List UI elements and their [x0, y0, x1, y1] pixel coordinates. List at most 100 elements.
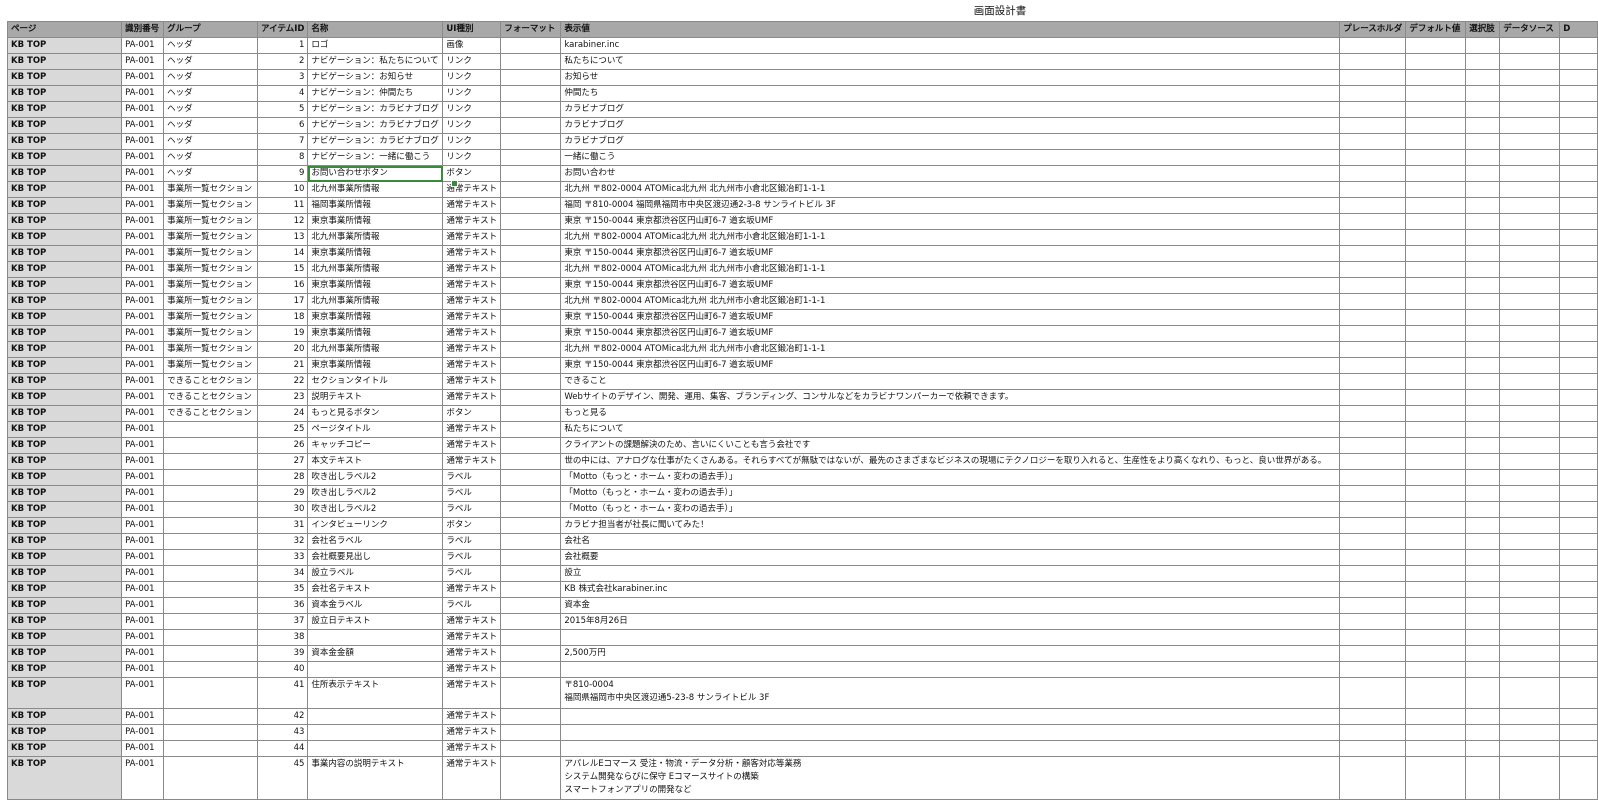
cell-page[interactable]: KB TOP — [6, 421, 123, 438]
cell-options[interactable] — [1465, 293, 1501, 310]
cell-default-value[interactable] — [1405, 724, 1467, 741]
cell-options[interactable] — [1465, 677, 1501, 709]
cell-page[interactable]: KB TOP — [6, 517, 123, 534]
cell-options[interactable] — [1465, 533, 1501, 550]
cell-ui-type[interactable]: 通常テキスト — [442, 277, 502, 294]
cell-name[interactable]: 設立日テキスト — [307, 613, 444, 630]
cell-page[interactable]: KB TOP — [6, 581, 123, 598]
cell-name[interactable]: ナビゲーション：一緒に働こう — [307, 149, 444, 166]
cell-options[interactable] — [1465, 645, 1501, 662]
cell-data-source[interactable] — [1499, 405, 1561, 422]
cell-item-id[interactable]: 13 — [257, 229, 309, 246]
cell-page[interactable]: KB TOP — [6, 708, 123, 725]
cell-name[interactable]: 本文テキスト — [307, 453, 444, 470]
cell-default-value[interactable] — [1405, 629, 1467, 646]
cell-page[interactable]: KB TOP — [6, 437, 123, 454]
cell-name[interactable]: 吹き出しラベル2 — [307, 485, 444, 502]
cell-group[interactable] — [163, 485, 259, 502]
cell-default-value[interactable] — [1405, 613, 1467, 630]
cell-name[interactable]: キャッチコピー — [307, 437, 444, 454]
cell-id[interactable]: PA-001 — [121, 197, 165, 214]
cell-default-value[interactable] — [1405, 645, 1467, 662]
cell-format[interactable] — [500, 708, 562, 725]
cell-display-value[interactable] — [560, 740, 1341, 757]
cell-default-value[interactable] — [1405, 293, 1467, 310]
cell-placeholder[interactable] — [1339, 469, 1407, 486]
cell-page[interactable]: KB TOP — [6, 197, 123, 214]
cell-ui-type[interactable]: 通常テキスト — [442, 213, 502, 230]
cell-item-id[interactable]: 6 — [257, 117, 309, 134]
cell-default-value[interactable] — [1405, 533, 1467, 550]
cell-d[interactable] — [1559, 724, 1598, 741]
cell-data-source[interactable] — [1499, 661, 1561, 678]
cell-format[interactable] — [500, 501, 562, 518]
cell-format[interactable] — [500, 724, 562, 741]
cell-default-value[interactable] — [1405, 149, 1467, 166]
cell-options[interactable] — [1465, 517, 1501, 534]
cell-options[interactable] — [1465, 437, 1501, 454]
cell-data-source[interactable] — [1499, 117, 1561, 134]
cell-ui-type[interactable]: 通常テキスト — [442, 341, 502, 358]
cell-options[interactable] — [1465, 341, 1501, 358]
cell-display-value[interactable]: 北九州 〒802-0004 ATOMica北九州 北九州市小倉北区鍛冶町1-1-… — [560, 181, 1341, 198]
cell-format[interactable] — [500, 533, 562, 550]
cell-page[interactable]: KB TOP — [6, 565, 123, 582]
cell-name[interactable]: 北九州事業所情報 — [307, 293, 444, 310]
cell-item-id[interactable]: 39 — [257, 645, 309, 662]
cell-options[interactable] — [1465, 133, 1501, 150]
cell-ui-type[interactable]: リンク — [442, 101, 502, 118]
cell-item-id[interactable]: 31 — [257, 517, 309, 534]
cell-options[interactable] — [1465, 69, 1501, 86]
cell-page[interactable]: KB TOP — [6, 133, 123, 150]
cell-page[interactable]: KB TOP — [6, 357, 123, 374]
cell-d[interactable] — [1559, 485, 1598, 502]
cell-options[interactable] — [1465, 708, 1501, 725]
cell-id[interactable]: PA-001 — [121, 661, 165, 678]
cell-display-value[interactable]: カラビナブログ — [560, 133, 1341, 150]
cell-d[interactable] — [1559, 469, 1598, 486]
cell-display-value[interactable]: KB 株式会社karabiner.inc — [560, 581, 1341, 598]
cell-default-value[interactable] — [1405, 85, 1467, 102]
cell-d[interactable] — [1559, 565, 1598, 582]
cell-format[interactable] — [500, 149, 562, 166]
cell-d[interactable] — [1559, 501, 1598, 518]
cell-group[interactable] — [163, 645, 259, 662]
cell-page[interactable]: KB TOP — [6, 165, 123, 182]
cell-name[interactable]: 東京事業所情報 — [307, 245, 444, 262]
cell-page[interactable]: KB TOP — [6, 469, 123, 486]
cell-options[interactable] — [1465, 357, 1501, 374]
cell-default-value[interactable] — [1405, 517, 1467, 534]
cell-ui-type[interactable]: リンク — [442, 69, 502, 86]
cell-options[interactable] — [1465, 229, 1501, 246]
cell-format[interactable] — [500, 485, 562, 502]
cell-default-value[interactable] — [1405, 53, 1467, 70]
cell-format[interactable] — [500, 421, 562, 438]
cell-d[interactable] — [1559, 309, 1598, 326]
cell-page[interactable]: KB TOP — [6, 341, 123, 358]
cell-page[interactable]: KB TOP — [6, 101, 123, 118]
cell-display-value[interactable]: クライアントの課題解決のため、言いにくいことも言う会社です — [560, 437, 1341, 454]
cell-id[interactable]: PA-001 — [121, 613, 165, 630]
cell-placeholder[interactable] — [1339, 517, 1407, 534]
cell-data-source[interactable] — [1499, 437, 1561, 454]
cell-display-value[interactable]: 北九州 〒802-0004 ATOMica北九州 北九州市小倉北区鍛冶町1-1-… — [560, 293, 1341, 310]
cell-page[interactable]: KB TOP — [6, 53, 123, 70]
cell-ui-type[interactable]: 通常テキスト — [442, 357, 502, 374]
col-header-d[interactable]: D — [1559, 21, 1598, 38]
cell-page[interactable]: KB TOP — [6, 309, 123, 326]
cell-group[interactable]: できることセクション — [163, 389, 259, 406]
cell-placeholder[interactable] — [1339, 501, 1407, 518]
cell-page[interactable]: KB TOP — [6, 325, 123, 342]
cell-item-id[interactable]: 19 — [257, 325, 309, 342]
cell-options[interactable] — [1465, 724, 1501, 741]
cell-default-value[interactable] — [1405, 69, 1467, 86]
cell-placeholder[interactable] — [1339, 133, 1407, 150]
cell-default-value[interactable] — [1405, 453, 1467, 470]
cell-d[interactable] — [1559, 37, 1598, 54]
cell-format[interactable] — [500, 341, 562, 358]
cell-placeholder[interactable] — [1339, 261, 1407, 278]
cell-id[interactable]: PA-001 — [121, 740, 165, 757]
cell-group[interactable] — [163, 581, 259, 598]
cell-name[interactable]: ナビゲーション：カラビナブログ — [307, 101, 444, 118]
cell-id[interactable]: PA-001 — [121, 437, 165, 454]
